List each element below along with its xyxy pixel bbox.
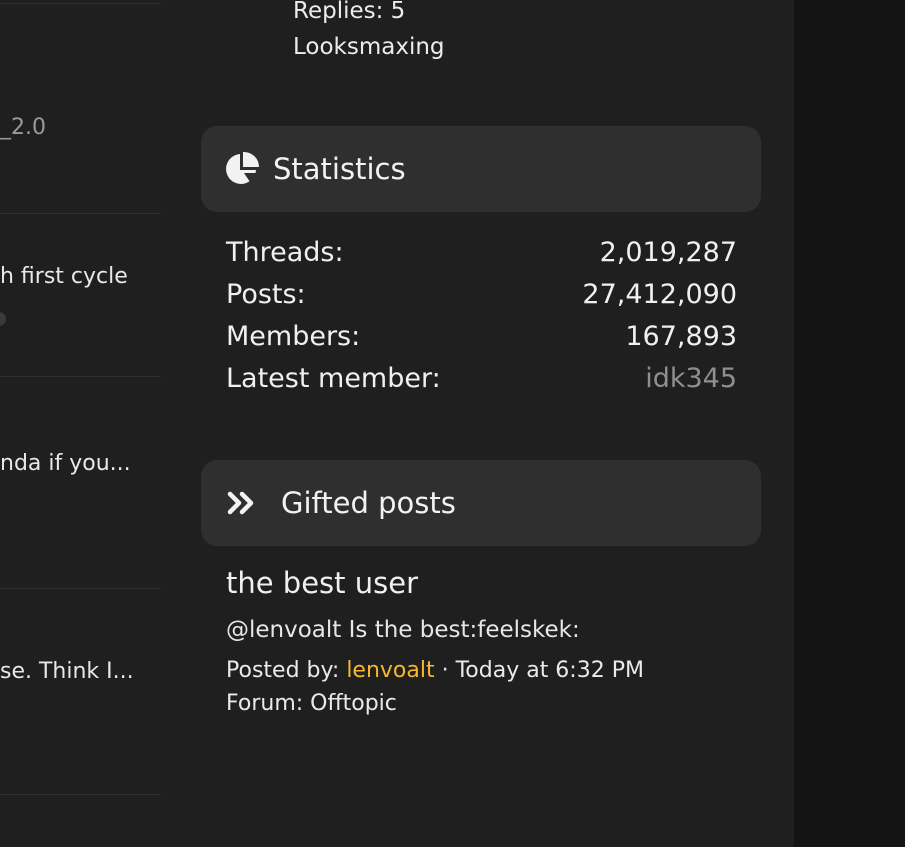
latest-member-link[interactable]: idk345 — [645, 363, 737, 394]
gifted-posts-title: Gifted posts — [281, 486, 456, 520]
thread-forum-link[interactable]: Looksmaxing — [293, 34, 445, 60]
post-time: · Today at 6:32 PM — [434, 658, 644, 683]
gifted-post-title[interactable]: the best user — [226, 566, 418, 600]
statistics-header: Statistics — [201, 126, 761, 212]
list-item-snippet[interactable]: nda if you... — [0, 451, 131, 476]
stat-value: 167,893 — [625, 321, 737, 352]
gifted-post-forum[interactable]: Forum: Offtopic — [226, 691, 397, 716]
page-gutter — [794, 0, 905, 847]
double-chevron-right-icon — [227, 491, 257, 515]
list-divider — [0, 376, 161, 377]
stat-label: Posts: — [226, 279, 306, 310]
gifted-posts-header: Gifted posts — [201, 460, 761, 546]
stat-value: 27,412,090 — [582, 279, 737, 310]
list-divider — [0, 3, 161, 4]
stat-row-posts: Posts: 27,412,090 — [226, 279, 737, 310]
stat-label: Threads: — [226, 237, 344, 268]
list-divider — [0, 588, 161, 589]
thread-replies-count: Replies: 5 — [293, 0, 406, 24]
stat-row-threads: Threads: 2,019,287 — [226, 237, 737, 268]
statistics-title: Statistics — [273, 152, 406, 186]
list-item-snippet[interactable]: se. Think I... — [0, 659, 134, 684]
list-item-snippet[interactable]: _2.0 — [0, 115, 46, 140]
gifted-post-meta: Posted by: lenvoalt · Today at 6:32 PM — [226, 658, 644, 683]
stat-label: Members: — [226, 321, 361, 352]
list-divider — [0, 213, 161, 214]
stat-value: 2,019,287 — [599, 237, 737, 268]
pie-chart-icon — [224, 151, 260, 187]
list-item-snippet[interactable]: h first cycle — [0, 264, 128, 289]
gifted-post-snippet[interactable]: @lenvoalt Is the best:feelskek: — [226, 617, 580, 643]
stat-label: Latest member: — [226, 363, 441, 394]
list-divider — [0, 794, 161, 795]
stat-row-members: Members: 167,893 — [226, 321, 737, 352]
thread-list-column: _2.0 h first cycle nda if you... se. Thi… — [0, 0, 161, 847]
stat-row-latest-member: Latest member: idk345 — [226, 363, 737, 394]
avatar[interactable] — [0, 312, 6, 326]
posted-by-label: Posted by: — [226, 658, 347, 683]
username-link[interactable]: lenvoalt — [346, 658, 434, 683]
